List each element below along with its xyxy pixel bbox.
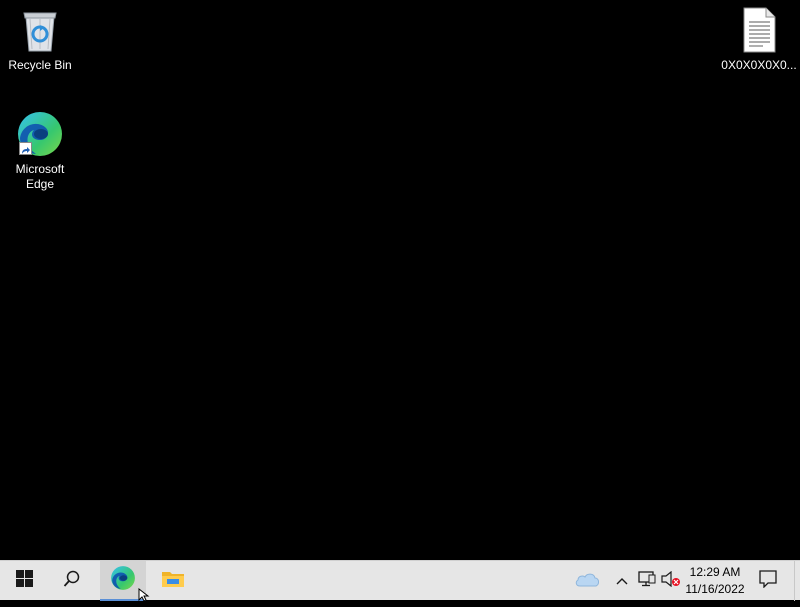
edge-label: Microsoft Edge (15, 162, 65, 191)
recycle-bin-shortcut[interactable]: Recycle Bin (2, 6, 78, 73)
text-file-icon (735, 6, 783, 54)
text-file-label: 0X0X0X0X0... (721, 58, 797, 72)
folder-icon (161, 569, 185, 594)
volume-muted-icon (661, 570, 681, 592)
recycle-bin-label: Recycle Bin (8, 58, 72, 72)
edge-icon (16, 110, 64, 158)
mouse-cursor-icon (138, 587, 150, 607)
desktop[interactable]: Recycle Bin Microsoft Edge 0X0X0X0X0... (0, 0, 800, 560)
taskbar: 12:29 AM 11/16/2022 (0, 560, 800, 601)
notification-icon (759, 569, 777, 593)
weather-button[interactable] (570, 561, 604, 601)
shortcut-arrow-icon (19, 142, 32, 155)
clock-time: 12:29 AM (689, 565, 741, 579)
clock[interactable]: 12:29 AM 11/16/2022 (684, 561, 746, 601)
cloud-icon (574, 571, 600, 592)
search-button[interactable] (48, 561, 96, 601)
network-button[interactable] (636, 561, 658, 601)
search-icon (63, 570, 81, 593)
clock-date: 11/16/2022 (685, 582, 745, 596)
notification-button[interactable] (752, 561, 784, 601)
show-hidden-icons-button[interactable] (612, 561, 632, 601)
chevron-up-icon (616, 572, 628, 590)
edge-shortcut[interactable]: Microsoft Edge (2, 110, 78, 192)
taskbar-file-explorer-button[interactable] (150, 561, 196, 601)
edge-icon (110, 565, 136, 596)
start-button[interactable] (0, 561, 48, 601)
recycle-bin-icon (16, 6, 64, 54)
text-file-shortcut[interactable]: 0X0X0X0X0... (721, 6, 797, 73)
volume-button[interactable] (660, 561, 682, 601)
network-icon (638, 570, 656, 592)
show-desktop-button[interactable] (794, 561, 800, 601)
windows-logo-icon (15, 570, 33, 592)
